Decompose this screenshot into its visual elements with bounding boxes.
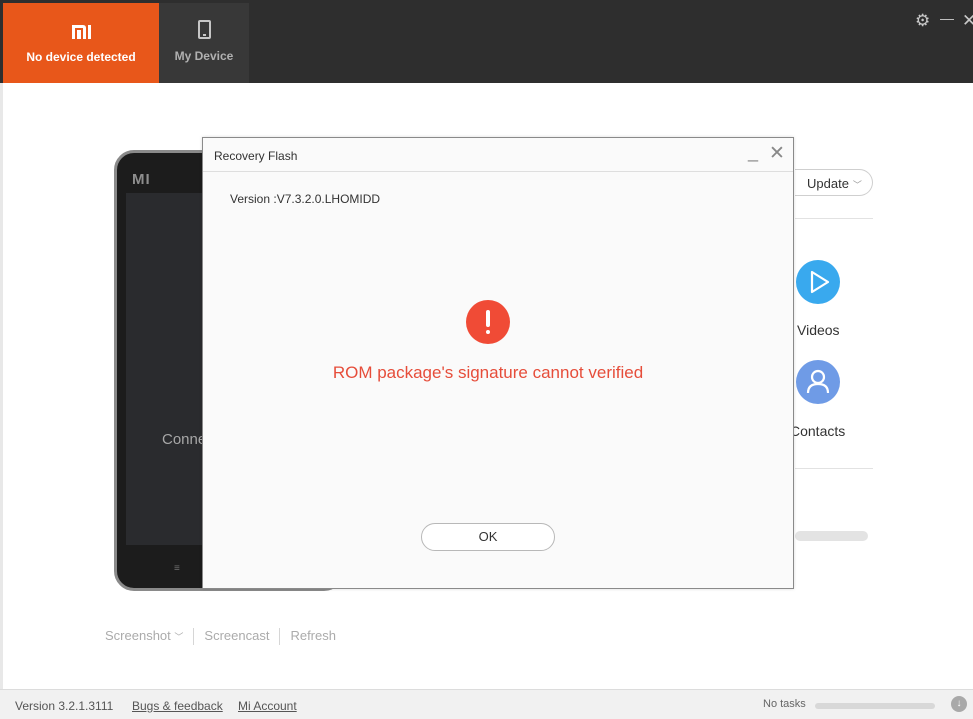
recovery-flash-dialog: Recovery Flash _ ✕ Version :V7.3.2.0.LHO…	[202, 137, 794, 589]
screencast-link[interactable]: Screencast	[204, 628, 269, 643]
update-label: Update	[807, 176, 849, 191]
rom-version: Version :V7.3.2.0.LHOMIDD	[230, 192, 381, 206]
dialog-title: Recovery Flash	[214, 149, 298, 163]
divider	[795, 468, 873, 469]
ok-button[interactable]: OK	[421, 523, 555, 551]
phone-icon	[197, 20, 211, 39]
download-icon[interactable]: ↓	[951, 696, 967, 712]
version-label: Version 3.2.1.3111	[15, 699, 114, 713]
contacts-icon[interactable]	[796, 360, 840, 404]
user-icon	[806, 369, 830, 394]
separator	[279, 628, 281, 646]
menu-icon: ≡	[174, 563, 180, 574]
dialog-titlebar: Recovery Flash _ ✕	[203, 138, 793, 172]
minimize-icon[interactable]: —	[940, 10, 954, 27]
top-bar: No device detected My Device ⚙ — ✕	[0, 0, 973, 83]
phone-brand-label: mi	[132, 171, 151, 188]
videos-icon[interactable]	[796, 260, 840, 304]
tab-my-device-label: My Device	[174, 49, 234, 63]
tab-no-device[interactable]: No device detected	[3, 3, 159, 83]
window-left-edge	[0, 83, 3, 689]
dialog-minimize-icon[interactable]: _	[748, 142, 758, 163]
mi-account-link[interactable]: Mi Account	[238, 699, 297, 713]
tasks-status: No tasks	[763, 698, 806, 710]
mi-logo-icon	[72, 25, 91, 39]
tab-my-device[interactable]: My Device	[159, 3, 249, 83]
status-bar: Version 3.2.1.3111 Bugs & feedback Mi Ac…	[0, 689, 973, 719]
contacts-label: Contacts	[790, 423, 846, 439]
refresh-link[interactable]: Refresh	[290, 628, 336, 643]
update-button[interactable]: Update ﹀	[795, 169, 873, 196]
screenshot-label: Screenshot	[105, 628, 171, 643]
action-links: Screenshot ﹀ Screencast Refresh	[105, 628, 336, 646]
chevron-down-icon: ﹀	[174, 632, 184, 642]
storage-bar	[795, 531, 868, 541]
close-icon[interactable]: ✕	[962, 12, 973, 29]
chevron-down-icon: ﹀	[852, 180, 862, 190]
tab-no-device-label: No device detected	[26, 50, 136, 64]
play-icon	[810, 270, 830, 294]
dialog-close-icon[interactable]: ✕	[769, 144, 785, 163]
separator	[193, 628, 195, 646]
videos-label: Videos	[797, 322, 840, 338]
screenshot-link[interactable]: Screenshot ﹀	[105, 628, 183, 643]
tasks-progress-bar	[815, 703, 935, 709]
warning-icon	[466, 300, 510, 344]
bugs-feedback-link[interactable]: Bugs & feedback	[132, 699, 223, 713]
settings-icon[interactable]: ⚙	[915, 12, 930, 29]
divider	[795, 218, 873, 219]
error-message: ROM package's signature cannot verified	[332, 363, 644, 382]
